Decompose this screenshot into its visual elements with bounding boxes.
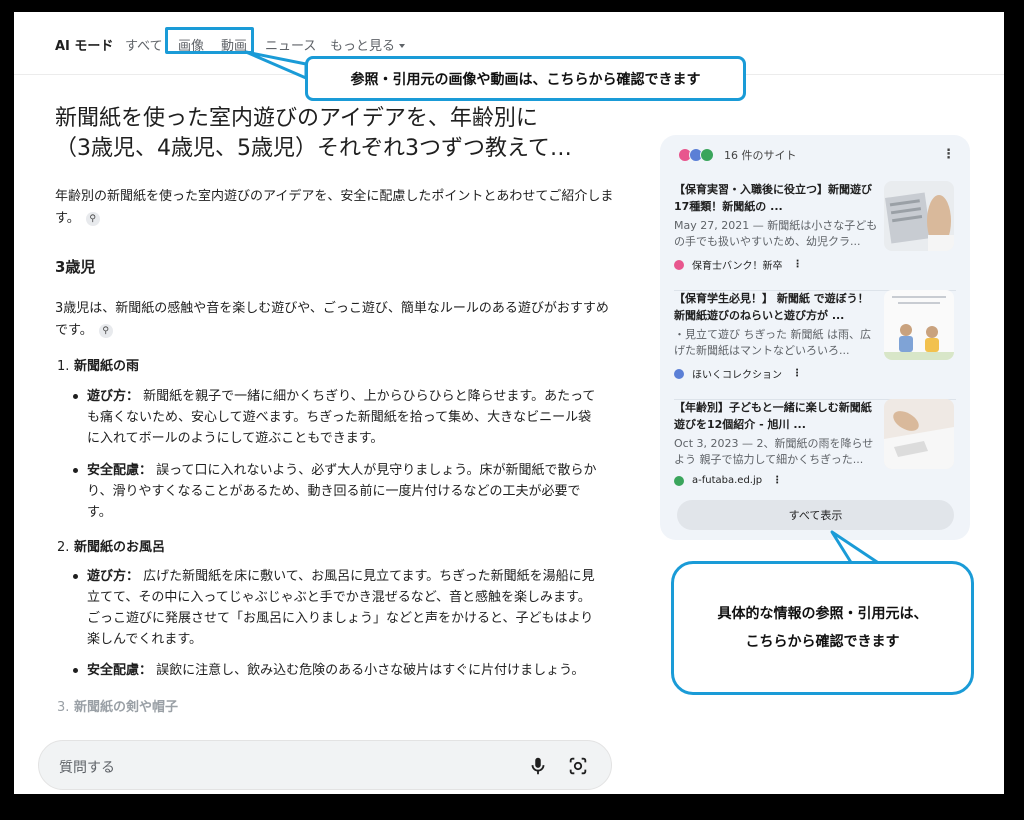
card-source-name: ほいくコレクション bbox=[692, 370, 782, 381]
list-item: 安全配慮： 誤飲に注意し、飲み込む危険のある小さな破片はすぐに片付けましょう。 bbox=[73, 660, 597, 681]
more-options-icon[interactable]: ⋮ bbox=[793, 259, 803, 270]
list-item: 安全配慮： 誤って口に入れないよう、必ず大人が見守りましょう。床が新聞紙で散らか… bbox=[73, 460, 597, 523]
screenshot-frame: AI モード すべて 画像 動画 ニュース もっと見る 新聞紙を使った室内遊びの… bbox=[14, 12, 1004, 794]
bullet-label: 遊び方： bbox=[87, 389, 140, 404]
kids-playing-thumbnail bbox=[884, 290, 954, 360]
list-item: 遊び方： 新聞紙を親子で一緒に細かくちぎり、上からひらひらと降らせます。あたって… bbox=[73, 386, 597, 449]
ask-input[interactable]: 質問する bbox=[38, 740, 612, 790]
list-number: 1. bbox=[57, 359, 70, 374]
sources-header: 16 件のサイト bbox=[678, 147, 797, 163]
section-intro-text: 3歳児は、新聞紙の感触や音を楽しむ遊びや、ごっこ遊び、簡単なルールのある遊びがお… bbox=[55, 301, 609, 338]
list-title: 新聞紙のお風呂 bbox=[73, 540, 165, 555]
callout-sources: 具体的な情報の参照・引用元は、 こちらから確認できます bbox=[671, 561, 974, 695]
list-title: 新聞紙の剣や帽子 bbox=[73, 700, 178, 715]
bullet-text: 誤飲に注意し、飲み込む危険のある小さな破片はすぐに片付けましょう。 bbox=[156, 663, 585, 678]
microphone-icon[interactable] bbox=[527, 755, 549, 777]
bullet-text: 誤って口に入れないよう、必ず大人が見守りましょう。床が新聞紙で散らかり、滑りやす… bbox=[87, 463, 597, 520]
callout-sources-line-1: 具体的な情報の参照・引用元は、 bbox=[717, 606, 928, 622]
sources-panel: 16 件のサイト ⋮ 【保育実習・入職後に役立つ】新聞遊び17種類！新聞紙の .… bbox=[660, 135, 970, 540]
site-favicon-icon bbox=[674, 259, 684, 270]
callout-images-videos: 参照・引用元の画像や動画は、こちらから確認できます bbox=[305, 56, 746, 101]
favicon-icon bbox=[700, 148, 714, 162]
intro-text: 年齢別の新聞紙を使った室内遊びのアイデアを、安全に配慮したポイントとあわせてご紹… bbox=[55, 189, 614, 226]
source-card[interactable]: 【保育実習・入職後に役立つ】新聞遊び17種類！新聞紙の ... May 27, … bbox=[674, 181, 956, 281]
link-icon[interactable]: ⚲ bbox=[85, 212, 100, 226]
bullet-text: 広げた新聞紙を床に敷いて、お風呂に見立てます。ちぎった新聞紙を湯船に見立てて、そ… bbox=[87, 569, 595, 647]
bullet-text: 新聞紙を親子で一緒に細かくちぎり、上からひらひらと降らせます。あたっても痛くない… bbox=[87, 389, 596, 446]
site-favicon-icon bbox=[674, 368, 684, 379]
tab-more[interactable]: もっと見る bbox=[330, 35, 406, 54]
more-options-icon[interactable]: ⋮ bbox=[792, 368, 802, 379]
list-title: 新聞紙の雨 bbox=[73, 359, 139, 374]
camera-lens-icon[interactable] bbox=[567, 755, 589, 777]
ask-placeholder: 質問する bbox=[59, 760, 115, 776]
card-source-name: 保育士バンク！新卒 bbox=[692, 261, 783, 272]
card-source: 保育士バンク！新卒 ⋮ bbox=[674, 257, 803, 272]
title-line-2: （3歳児、4歳児、5歳児）それぞれ3つずつ教えて… bbox=[55, 136, 572, 161]
chevron-down-icon bbox=[399, 44, 406, 48]
card-snippet: ・見立て遊び ちぎった 新聞紙 は雨、広げた新聞紙はマントなどいろいろ... bbox=[674, 328, 872, 357]
show-all-button[interactable]: すべて表示 bbox=[677, 500, 954, 530]
section-heading: 3歳児 bbox=[55, 258, 96, 276]
images-videos-highlight bbox=[165, 27, 254, 54]
list-item-title: 3. 新聞紙の剣や帽子 bbox=[57, 696, 178, 715]
tab-ai-mode[interactable]: AI モード bbox=[55, 35, 113, 54]
list-number: 3. bbox=[57, 700, 70, 715]
card-source: a-futaba.ed.jp ⋮ bbox=[674, 475, 782, 486]
section-intro: 3歳児は、新聞紙の感触や音を楽しむ遊びや、ごっこ遊び、簡単なルールのある遊びがお… bbox=[55, 298, 615, 342]
list-item: 遊び方： 広げた新聞紙を床に敷いて、お風呂に見立てます。ちぎった新聞紙を湯船に見… bbox=[73, 566, 597, 650]
bullet-label: 安全配慮： bbox=[87, 663, 153, 678]
card-source: ほいくコレクション ⋮ bbox=[674, 366, 802, 381]
bullet-label: 遊び方： bbox=[87, 569, 140, 584]
source-card[interactable]: 【年齢別】子どもと一緒に楽しむ新聞紙遊びを12個紹介 - 旭川 ... Oct … bbox=[674, 399, 956, 499]
newspaper-thumbnail bbox=[884, 181, 954, 251]
bullet-label: 安全配慮： bbox=[87, 463, 153, 478]
hands-newspaper-thumbnail bbox=[884, 399, 954, 469]
list-number: 2. bbox=[57, 540, 70, 555]
page-title: 新聞紙を使った室内遊びのアイデアを、年齢別に （3歳児、4歳児、5歳児）それぞれ… bbox=[55, 104, 615, 164]
card-source-name: a-futaba.ed.jp bbox=[692, 475, 763, 486]
intro-paragraph: 年齢別の新聞紙を使った室内遊びのアイデアを、安全に配慮したポイントとあわせてご紹… bbox=[55, 186, 615, 230]
sources-count: 16 件のサイト bbox=[724, 149, 797, 162]
more-options-icon[interactable]: ⋮ bbox=[942, 147, 955, 162]
callout-sources-line-2: こちらから確認できます bbox=[745, 634, 900, 650]
tab-news[interactable]: ニュース bbox=[265, 35, 316, 54]
list-item-title: 1. 新聞紙の雨 bbox=[57, 355, 139, 374]
source-card[interactable]: 【保育学生必見！】 新聞紙 で遊ぼう！新聞紙遊びのねらいと遊び方が ... ・見… bbox=[674, 290, 956, 390]
list-item-title: 2. 新聞紙のお風呂 bbox=[57, 536, 165, 555]
card-title[interactable]: 【保育実習・入職後に役立つ】新聞遊び17種類！新聞紙の ... bbox=[674, 181, 878, 215]
card-snippet: Oct 3, 2023 — 2、新聞紙の雨を降らせよう 親子で協力して細かくちぎ… bbox=[674, 437, 874, 466]
card-title[interactable]: 【保育学生必見！】 新聞紙 で遊ぼう！新聞紙遊びのねらいと遊び方が ... bbox=[674, 290, 878, 324]
tab-more-label: もっと見る bbox=[330, 39, 396, 54]
card-title[interactable]: 【年齢別】子どもと一緒に楽しむ新聞紙遊びを12個紹介 - 旭川 ... bbox=[674, 399, 878, 433]
title-line-1: 新聞紙を使った室内遊びのアイデアを、年齢別に bbox=[55, 106, 538, 131]
tab-all[interactable]: すべて bbox=[125, 35, 163, 54]
more-options-icon[interactable]: ⋮ bbox=[772, 475, 782, 486]
site-favicon-icon bbox=[674, 475, 684, 486]
link-icon[interactable]: ⚲ bbox=[98, 324, 113, 338]
card-snippet: May 27, 2021 — 新聞紙は小さな子どもの手でも扱いやすいため、幼児ク… bbox=[674, 219, 878, 248]
